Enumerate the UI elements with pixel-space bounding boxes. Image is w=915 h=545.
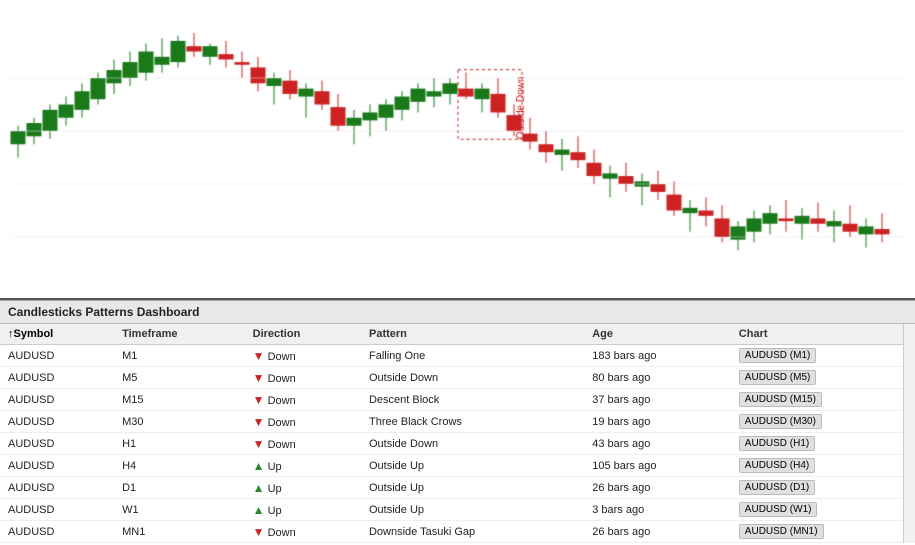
cell-pattern: Outside Up <box>361 455 584 477</box>
cell-chart: AUDUSD (H4) <box>731 455 915 477</box>
chart-button[interactable]: AUDUSD (H1) <box>739 436 815 451</box>
cell-chart: AUDUSD (M1) <box>731 345 915 367</box>
cell-direction: ▲ Up <box>245 455 361 477</box>
col-age: Age <box>584 324 731 345</box>
table-row: AUDUSD D1 ▲ Up Outside Up 26 bars ago AU… <box>0 477 915 499</box>
chart-button[interactable]: AUDUSD (M5) <box>739 370 817 385</box>
cell-pattern: Outside Down <box>361 367 584 389</box>
col-pattern: Pattern <box>361 324 584 345</box>
cell-symbol: AUDUSD <box>0 455 114 477</box>
candlestick-chart <box>0 0 915 300</box>
cell-symbol: AUDUSD <box>0 521 114 543</box>
cell-age: 26 bars ago <box>584 477 731 499</box>
table-row: AUDUSD M30 ▼ Down Three Black Crows 19 b… <box>0 411 915 433</box>
chart-button[interactable]: AUDUSD (H4) <box>739 458 815 473</box>
chart-button[interactable]: AUDUSD (M15) <box>739 392 822 407</box>
cell-direction: ▼ Down <box>245 521 361 543</box>
cell-age: 183 bars ago <box>584 345 731 367</box>
chart-area: EURJPY,Weekly 126.820 128.215 126.611 12… <box>0 0 915 300</box>
cell-chart: AUDUSD (M5) <box>731 367 915 389</box>
table-body: AUDUSD M1 ▼ Down Falling One 183 bars ag… <box>0 345 915 543</box>
col-timeframe: Timeframe <box>114 324 245 345</box>
cell-direction: ▼ Down <box>245 345 361 367</box>
cell-timeframe: M5 <box>114 367 245 389</box>
table-header: ↑Symbol Timeframe Direction Pattern Age … <box>0 324 915 345</box>
cell-pattern: Outside Down <box>361 433 584 455</box>
table-row: AUDUSD M15 ▼ Down Descent Block 37 bars … <box>0 389 915 411</box>
table-row: AUDUSD H1 ▼ Down Outside Down 43 bars ag… <box>0 433 915 455</box>
cell-direction: ▼ Down <box>245 367 361 389</box>
cell-direction: ▲ Up <box>245 499 361 521</box>
cell-pattern: Descent Block <box>361 389 584 411</box>
cell-symbol: AUDUSD <box>0 411 114 433</box>
chart-button[interactable]: AUDUSD (D1) <box>739 480 815 495</box>
table-row: AUDUSD M5 ▼ Down Outside Down 80 bars ag… <box>0 367 915 389</box>
cell-symbol: AUDUSD <box>0 367 114 389</box>
cell-pattern: Downside Tasuki Gap <box>361 521 584 543</box>
cell-timeframe: W1 <box>114 499 245 521</box>
cell-timeframe: H4 <box>114 455 245 477</box>
cell-pattern: Three Black Crows <box>361 411 584 433</box>
cell-symbol: AUDUSD <box>0 499 114 521</box>
cell-direction: ▼ Down <box>245 411 361 433</box>
cell-pattern: Outside Up <box>361 477 584 499</box>
cell-age: 37 bars ago <box>584 389 731 411</box>
cell-age: 26 bars ago <box>584 521 731 543</box>
cell-direction: ▼ Down <box>245 433 361 455</box>
cell-timeframe: MN1 <box>114 521 245 543</box>
cell-chart: AUDUSD (MN1) <box>731 521 915 543</box>
cell-pattern: Outside Up <box>361 499 584 521</box>
cell-chart: AUDUSD (M15) <box>731 389 915 411</box>
cell-chart: AUDUSD (H1) <box>731 433 915 455</box>
cell-timeframe: M30 <box>114 411 245 433</box>
table-row: AUDUSD MN1 ▼ Down Downside Tasuki Gap 26… <box>0 521 915 543</box>
chart-button[interactable]: AUDUSD (MN1) <box>739 524 824 539</box>
cell-age: 43 bars ago <box>584 433 731 455</box>
cell-direction: ▼ Down <box>245 389 361 411</box>
col-symbol[interactable]: ↑Symbol <box>0 324 114 345</box>
cell-age: 105 bars ago <box>584 455 731 477</box>
cell-symbol: AUDUSD <box>0 389 114 411</box>
dashboard-title: Candlesticks Patterns Dashboard <box>0 301 915 324</box>
dashboard: Candlesticks Patterns Dashboard ↑Symbol … <box>0 300 915 543</box>
cell-pattern: Falling One <box>361 345 584 367</box>
chart-button[interactable]: AUDUSD (W1) <box>739 502 818 517</box>
cell-chart: AUDUSD (D1) <box>731 477 915 499</box>
cell-chart: AUDUSD (W1) <box>731 499 915 521</box>
cell-age: 19 bars ago <box>584 411 731 433</box>
col-direction: Direction <box>245 324 361 345</box>
cell-age: 80 bars ago <box>584 367 731 389</box>
scrollbar[interactable] <box>903 324 915 543</box>
cell-symbol: AUDUSD <box>0 345 114 367</box>
table-row: AUDUSD H4 ▲ Up Outside Up 105 bars ago A… <box>0 455 915 477</box>
cell-timeframe: M1 <box>114 345 245 367</box>
table-row: AUDUSD M1 ▼ Down Falling One 183 bars ag… <box>0 345 915 367</box>
chart-button[interactable]: AUDUSD (M30) <box>739 414 822 429</box>
table-row: AUDUSD W1 ▲ Up Outside Up 3 bars ago AUD… <box>0 499 915 521</box>
table-wrapper: ↑Symbol Timeframe Direction Pattern Age … <box>0 324 915 543</box>
cell-symbol: AUDUSD <box>0 433 114 455</box>
cell-timeframe: M15 <box>114 389 245 411</box>
cell-timeframe: D1 <box>114 477 245 499</box>
cell-age: 3 bars ago <box>584 499 731 521</box>
cell-timeframe: H1 <box>114 433 245 455</box>
cell-direction: ▲ Up <box>245 477 361 499</box>
col-chart: Chart <box>731 324 915 345</box>
cell-symbol: AUDUSD <box>0 477 114 499</box>
patterns-table: ↑Symbol Timeframe Direction Pattern Age … <box>0 324 915 543</box>
cell-chart: AUDUSD (M30) <box>731 411 915 433</box>
chart-button[interactable]: AUDUSD (M1) <box>739 348 817 363</box>
